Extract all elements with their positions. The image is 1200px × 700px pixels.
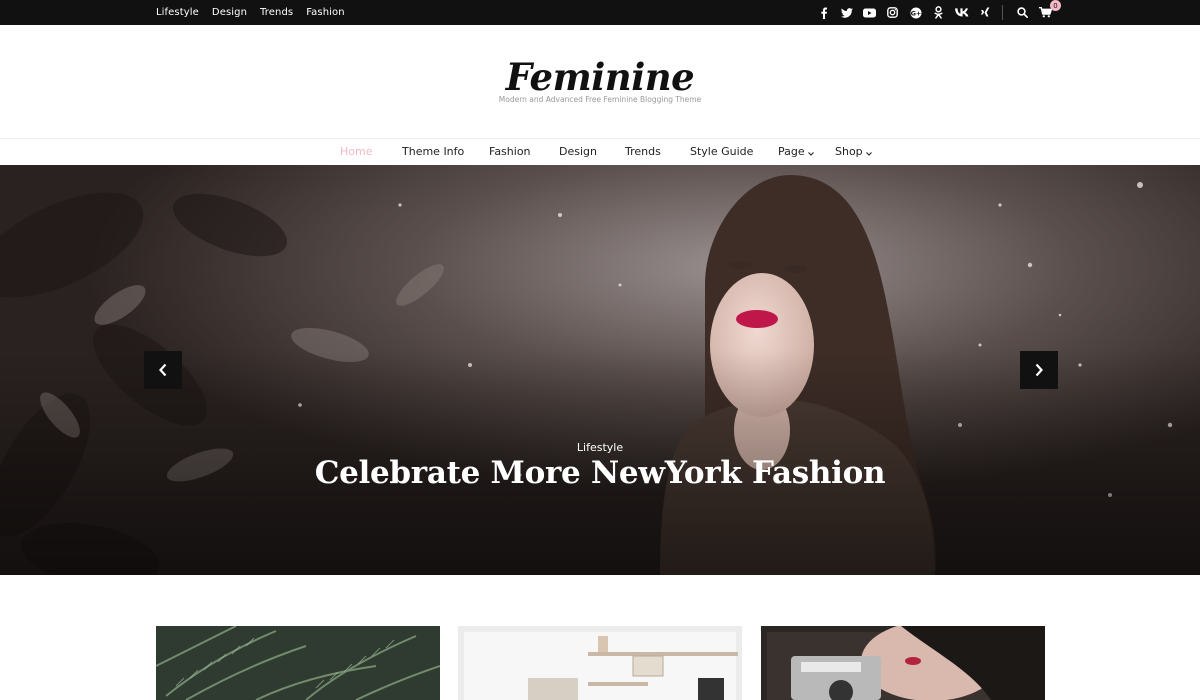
post-card-2[interactable]	[458, 626, 742, 700]
chevron-down-icon	[807, 146, 814, 159]
nav-item-style-guide[interactable]: Style Guide	[690, 145, 753, 158]
slider-prev-button[interactable]	[144, 351, 182, 389]
facebook-icon[interactable]	[812, 0, 835, 25]
google-plus-icon[interactable]: G+	[904, 0, 927, 25]
slider-next-button[interactable]	[1020, 351, 1058, 389]
hero-slider[interactable]: Lifestyle Celebrate More NewYork Fashion	[0, 165, 1200, 575]
svg-text:G+: G+	[910, 9, 921, 17]
site-header: Feminine Modern and Advanced Free Femini…	[0, 25, 1200, 138]
post-card-2-image	[458, 626, 742, 700]
chevron-down-icon	[865, 146, 872, 159]
chevron-right-icon	[1035, 363, 1043, 377]
nav-item-home[interactable]: Home	[340, 145, 372, 158]
nav-item-shop-label: Shop	[835, 145, 863, 158]
hero-category[interactable]: Lifestyle	[0, 441, 1200, 454]
nav-item-page-label: Page	[778, 145, 805, 158]
nav-item-trends[interactable]: Trends	[625, 145, 661, 158]
site-tagline: Modern and Advanced Free Feminine Bloggi…	[498, 95, 702, 104]
site-logo[interactable]: Feminine	[0, 55, 1200, 99]
social-icons: G+ 0	[812, 0, 1061, 25]
nav-item-theme-info[interactable]: Theme Info	[402, 145, 464, 158]
top-link-design[interactable]: Design	[212, 7, 247, 18]
post-card-1[interactable]	[156, 626, 440, 700]
top-link-fashion[interactable]: Fashion	[306, 7, 344, 18]
vk-icon[interactable]	[950, 0, 973, 25]
xing-icon[interactable]	[973, 0, 996, 25]
instagram-icon[interactable]	[881, 0, 904, 25]
hero-title[interactable]: Celebrate More NewYork Fashion	[0, 455, 1200, 491]
post-card-3-image	[761, 626, 1045, 700]
top-link-lifestyle[interactable]: Lifestyle	[156, 7, 199, 18]
main-nav: Home Theme Info Fashion Design Trends St…	[0, 138, 1200, 165]
top-links: Lifestyle Design Trends Fashion	[156, 0, 345, 25]
nav-item-fashion[interactable]: Fashion	[489, 145, 531, 158]
twitter-icon[interactable]	[835, 0, 858, 25]
youtube-icon[interactable]	[858, 0, 881, 25]
nav-item-design[interactable]: Design	[559, 145, 597, 158]
post-card-3[interactable]	[761, 626, 1045, 700]
nav-item-page[interactable]: Page	[778, 145, 814, 159]
cart-count-badge: 0	[1050, 0, 1061, 11]
nav-item-shop[interactable]: Shop	[835, 145, 872, 159]
chevron-left-icon	[159, 363, 167, 377]
odnoklassniki-icon[interactable]	[927, 0, 950, 25]
icon-divider	[1002, 5, 1003, 20]
search-icon[interactable]	[1011, 0, 1034, 25]
cart-icon[interactable]: 0	[1034, 0, 1061, 25]
top-bar: Lifestyle Design Trends Fashion G+ 0	[0, 0, 1200, 25]
top-link-trends[interactable]: Trends	[260, 7, 293, 18]
post-card-1-image	[156, 626, 440, 700]
